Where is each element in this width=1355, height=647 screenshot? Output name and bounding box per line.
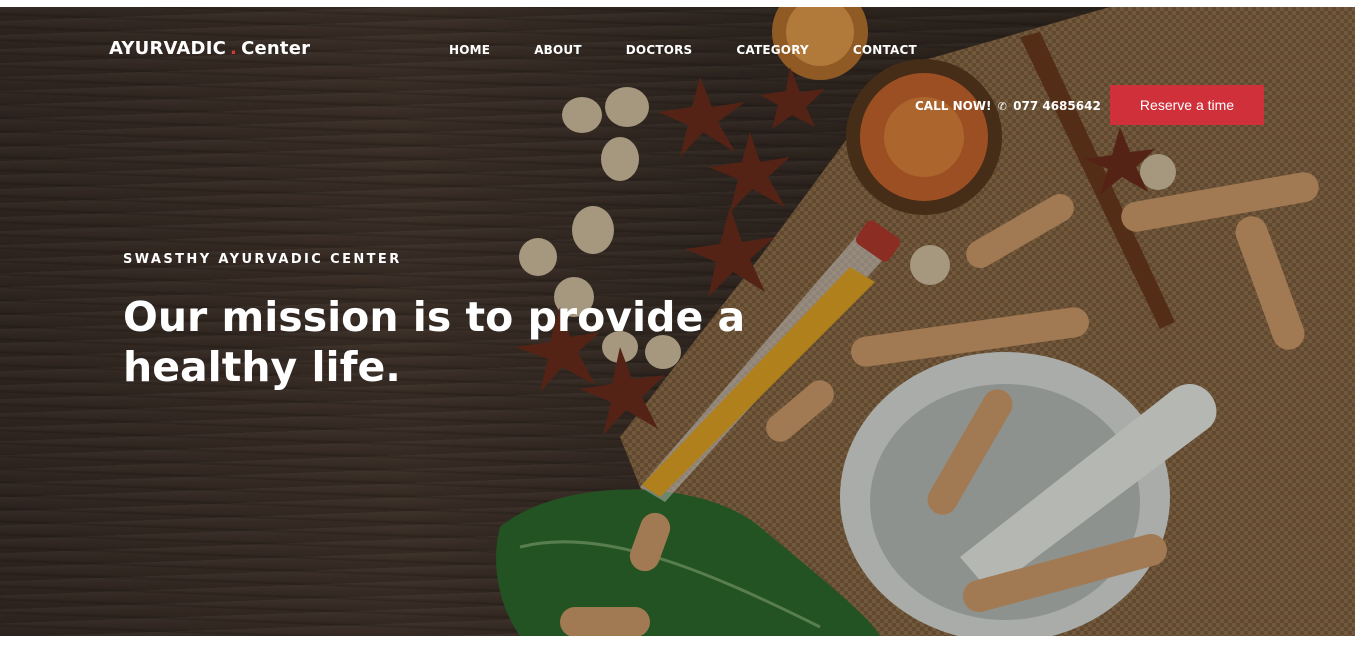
nav-contact[interactable]: CONTACT [853,43,917,57]
call-label: CALL NOW! [915,99,992,113]
phone-number: 077 4685642 [1013,99,1101,113]
reserve-button[interactable]: Reserve a time [1110,85,1264,125]
nav-category[interactable]: CATEGORY [736,43,808,57]
hero-kicker: SWASTHY AYURVADIC CENTER [123,252,402,267]
logo-sub: Center [241,38,311,59]
call-now[interactable]: CALL NOW! ✆ 077 4685642 [915,99,1101,113]
phone-icon: ✆ [997,100,1007,113]
logo-dot: . [230,38,238,59]
main-nav: HOME ABOUT DOCTORS CATEGORY CONTACT [449,43,961,57]
nav-home[interactable]: HOME [449,43,490,57]
nav-about[interactable]: ABOUT [534,43,582,57]
hero-headline: Our mission is to provide a healthy life… [123,293,746,391]
logo-main: AYURVADIC [109,38,227,59]
site-logo[interactable]: AYURVADIC. Center [109,38,310,59]
nav-doctors[interactable]: DOCTORS [626,43,693,57]
